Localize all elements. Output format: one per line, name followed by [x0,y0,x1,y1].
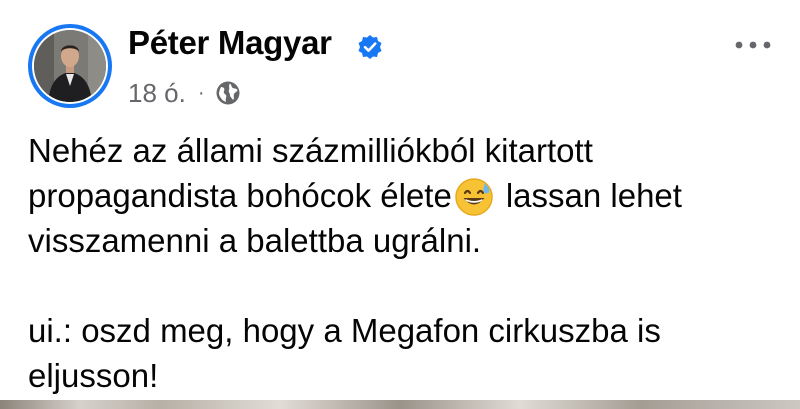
post-text-line: ui.: oszd meg, hogy a Megafon cirkuszba … [28,312,661,349]
post-text-line: visszamenni a balettba ugrálni. [28,222,482,259]
meta-separator: · [197,81,205,104]
post-card: Péter Magyar 18 ó. · Nehéz az állami szá… [0,0,800,409]
grinning-face-with-sweat-emoji-icon [455,178,493,216]
post-time[interactable]: 18 ó. [128,78,186,109]
post-text-line: Nehéz az állami százmilliókból kitartott [28,132,593,169]
avatar-photo [34,30,106,102]
post-image-preview[interactable] [0,400,800,409]
post-text-segment: propagandista bohócok élete [28,177,452,214]
avatar[interactable] [28,24,112,108]
globe-icon[interactable] [215,80,241,106]
post-text-line: eljusson! [28,357,159,394]
post-text-line: propagandista bohócok élete lassan lehet [28,173,788,218]
post-text-segment: lassan lehet [505,177,682,214]
author-name[interactable]: Péter Magyar [128,24,332,62]
more-options-icon[interactable] [733,38,773,52]
post-body: Nehéz az állami százmilliókból kitartott… [28,128,788,398]
post-text-blank-line [28,263,788,308]
post-meta: 18 ó. · [128,76,241,110]
verified-badge-icon [358,35,382,59]
